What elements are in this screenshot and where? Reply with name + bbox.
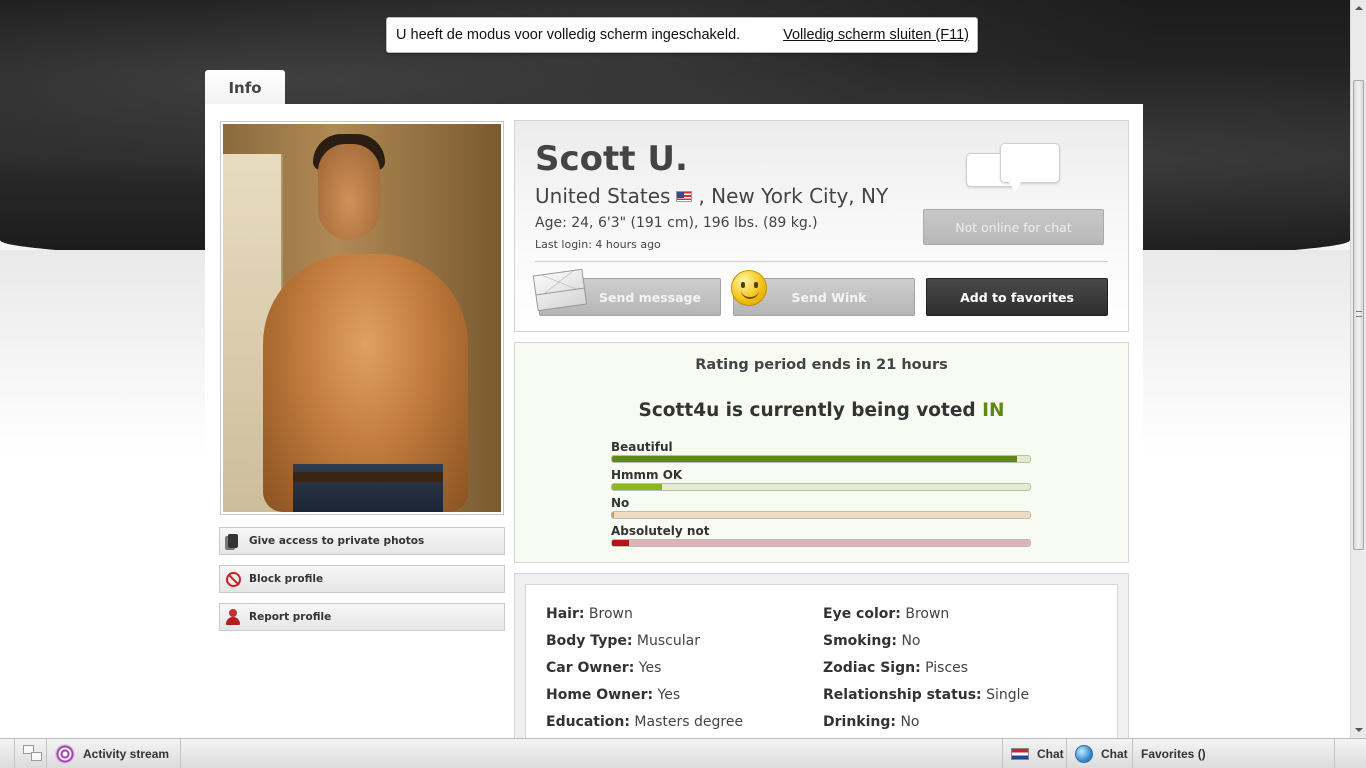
activity-stream-label: Activity stream [83, 747, 170, 761]
rating-label-beautiful: Beautiful [611, 440, 673, 454]
chat-nl-label: Chat [1037, 747, 1064, 761]
block-profile-button[interactable]: Block profile [219, 565, 505, 593]
chat-status-button[interactable]: Not online for chat [923, 209, 1104, 245]
profile-photo[interactable] [220, 121, 504, 515]
rating-bar-hmmm-ok [611, 483, 1031, 491]
profile-stats: Age: 24, 6'3" (191 cm), 196 lbs. (89 kg.… [535, 215, 818, 231]
activity-stream-button[interactable]: Activity stream [46, 739, 180, 768]
profile-photo-image [223, 124, 501, 512]
block-profile-label: Block profile [249, 573, 324, 585]
nl-flag-icon [1011, 748, 1029, 760]
chat-global-label: Chat [1101, 747, 1128, 761]
fullscreen-notice: U heeft de modus voor volledig scherm in… [386, 17, 978, 53]
profile-city: , New York City, NY [698, 184, 889, 208]
fullscreen-message: U heeft de modus voor volledig scherm in… [396, 27, 741, 43]
detail-home-owner: Home Owner: Yes [546, 687, 681, 703]
detail-body-type: Body Type: Muscular [546, 633, 700, 649]
rating-period: Rating period ends in 21 hours [695, 357, 948, 373]
toolbar-end [1334, 739, 1366, 768]
vertical-scrollbar[interactable] [1350, 0, 1366, 738]
voted-prefix: Scott4u is currently being voted [638, 400, 983, 421]
detail-smoking: Smoking: No [823, 633, 921, 649]
voted-status-value: IN [982, 400, 1005, 421]
report-user-icon [224, 608, 242, 626]
scroll-down-icon[interactable] [1355, 728, 1363, 732]
give-private-photos-button[interactable]: Give access to private photos [219, 527, 505, 555]
rating-label-hmmm-ok: Hmmm OK [611, 468, 683, 482]
detail-education: Education: Masters degree [546, 714, 744, 730]
toolbar-spacer [180, 739, 1002, 768]
windows-icon [23, 745, 45, 763]
report-profile-label: Report profile [249, 611, 332, 623]
windows-toggle-button[interactable] [14, 739, 46, 768]
profile-country: United States [535, 184, 671, 208]
chat-global-button[interactable]: Chat [1066, 739, 1132, 768]
smiley-icon [731, 270, 767, 306]
block-icon [224, 570, 242, 588]
divider [535, 261, 1108, 262]
detail-hair: Hair: Brown [546, 606, 633, 622]
rating-bar-fill [612, 484, 663, 490]
favorites-label: Favorites () [1141, 747, 1206, 761]
us-flag-icon [676, 190, 693, 202]
detail-relationship-status: Relationship status: Single [823, 687, 1030, 703]
voted-status: Scott4u is currently being voted IN [514, 400, 1129, 421]
rating-label-absolutely-not: Absolutely not [611, 524, 710, 538]
profile-name: Scott U. [535, 139, 688, 179]
scroll-thumb[interactable] [1353, 80, 1364, 550]
rating-bar-absolutely-not [611, 539, 1031, 547]
detail-car-owner: Car Owner: Yes [546, 660, 662, 676]
lock-icon [224, 532, 242, 550]
last-login: Last login: 4 hours ago [535, 238, 661, 251]
report-profile-button[interactable]: Report profile [219, 603, 505, 631]
give-private-photos-label: Give access to private photos [249, 535, 425, 547]
rating-bar-fill [612, 540, 629, 546]
detail-drinking: Drinking: No [823, 714, 920, 730]
add-to-favorites-button[interactable]: Add to favorites [926, 278, 1108, 316]
chat-bubbles-icon [966, 143, 1062, 197]
exit-fullscreen-link[interactable]: Volledig scherm sluiten (F11) [783, 27, 969, 43]
profile-location: United States , New York City, NY [535, 184, 888, 208]
rating-bar-beautiful [611, 455, 1031, 463]
rating-bar-fill [612, 456, 1018, 462]
rating-bar-fill [612, 512, 615, 518]
tab-info[interactable]: Info [205, 70, 285, 106]
scroll-up-icon[interactable] [1355, 6, 1363, 10]
detail-zodiac-sign: Zodiac Sign: Pisces [823, 660, 969, 676]
send-wink-label: Send Wink [791, 289, 867, 305]
broadcast-icon [55, 744, 75, 764]
rating-bar-no [611, 511, 1031, 519]
bottom-toolbar: Activity stream Chat Chat Favorites () [0, 738, 1366, 768]
detail-eye-color: Eye color: Brown [823, 606, 950, 622]
rating-label-no: No [611, 496, 630, 510]
favorites-button[interactable]: Favorites () [1132, 739, 1334, 768]
globe-icon [1075, 745, 1093, 763]
envelope-icon [532, 268, 588, 312]
chat-nl-button[interactable]: Chat [1002, 739, 1066, 768]
rating-box [514, 342, 1129, 563]
